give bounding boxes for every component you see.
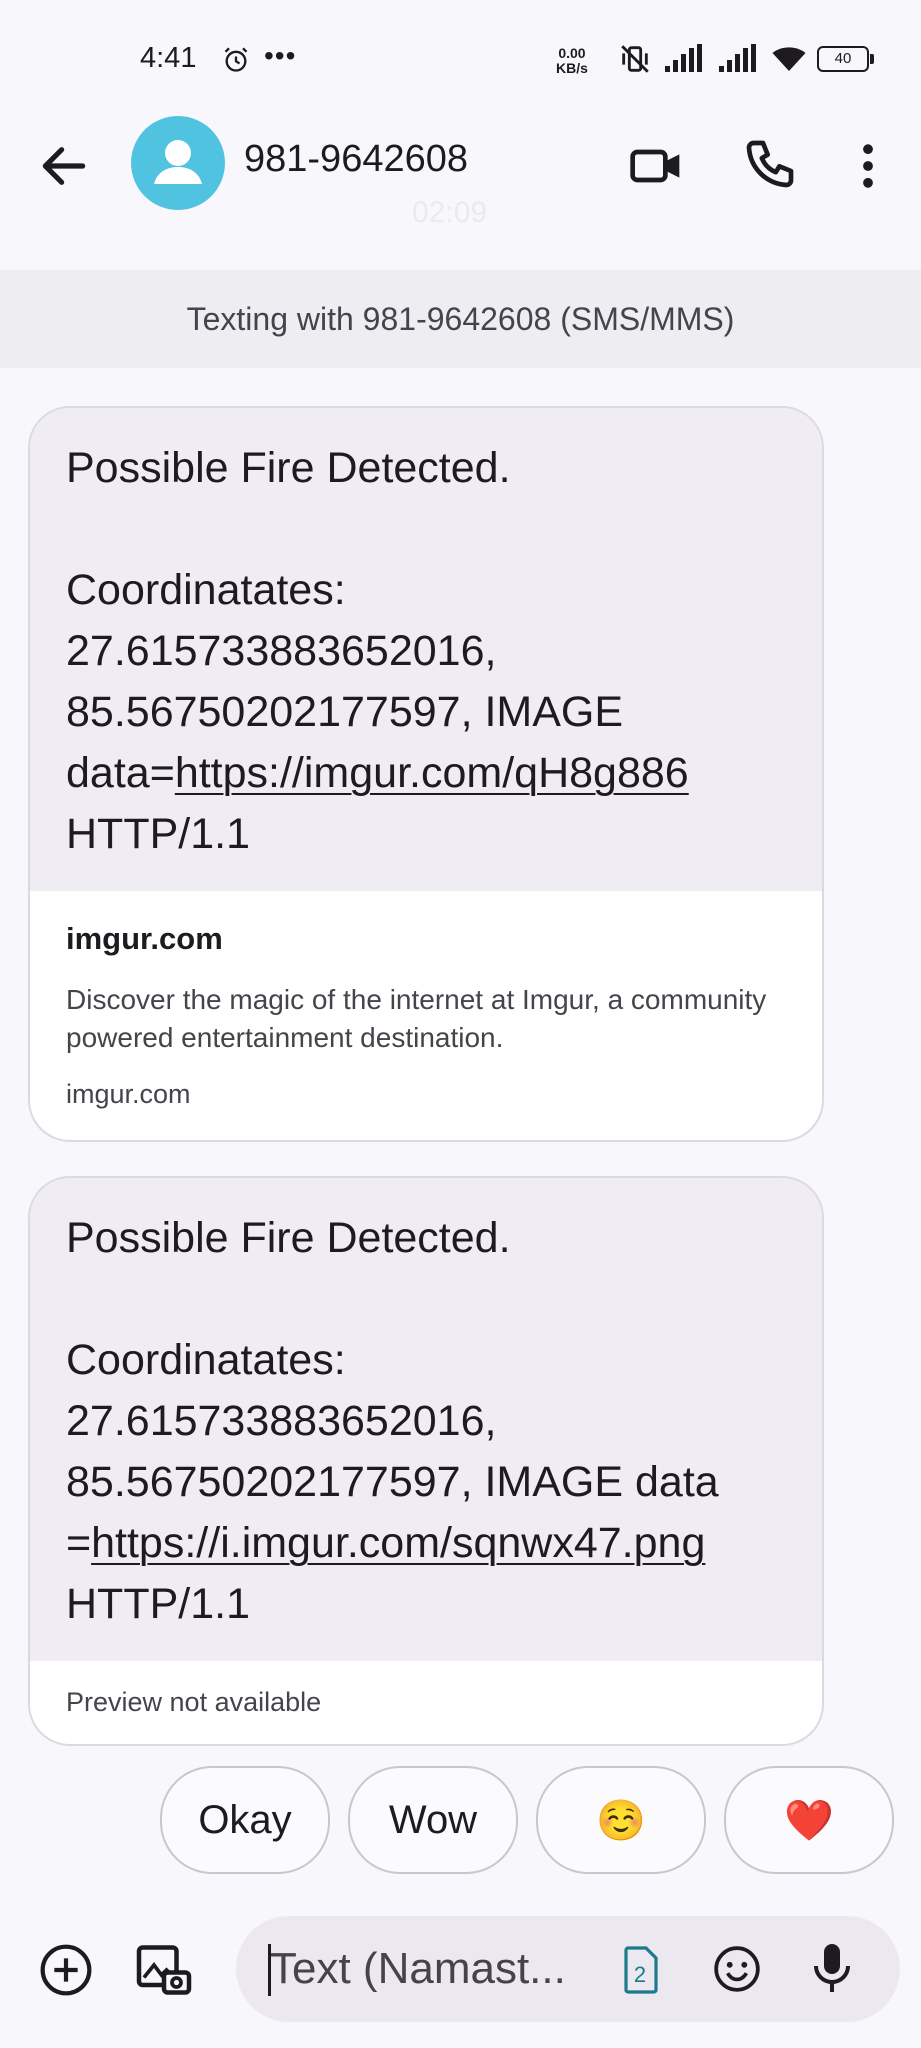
link-preview-description: Discover the magic of the internet at Im… — [66, 984, 767, 1053]
reply-chip-smile-emoji[interactable]: ☺️ — [536, 1766, 706, 1874]
back-arrow-icon[interactable] — [36, 138, 92, 194]
message-text-tail: HTTP/1.1 — [66, 1580, 250, 1628]
muted-vibrate-icon — [621, 45, 649, 73]
message-body: Possible Fire Detected. Coordinatates: 2… — [30, 408, 822, 891]
signal-icon — [719, 44, 756, 72]
avatar-person-icon — [154, 140, 202, 184]
net-speed: 0.00 KB/s — [556, 46, 588, 76]
reply-chip-wow[interactable]: Wow — [348, 1766, 518, 1874]
contact-name[interactable]: 981-9642608 — [244, 138, 468, 181]
link-preview-title: imgur.com — [66, 921, 223, 956]
phone-icon[interactable] — [742, 136, 798, 192]
mic-icon[interactable] — [810, 1940, 854, 1996]
more-vert-icon[interactable] — [848, 138, 888, 194]
message-body: Possible Fire Detected. Coordinatates: 2… — [30, 1178, 822, 1661]
net-speed-unit: KB/s — [556, 60, 588, 76]
link-preview[interactable]: imgur.com Discover the magic of the inte… — [30, 891, 822, 1140]
status-bar: 4:41 ••• 0.00 KB/s 40 — [0, 0, 921, 110]
reply-chip-okay[interactable]: Okay — [160, 1766, 330, 1874]
sms-banner: Texting with 981-9642608 (SMS/MMS) — [0, 270, 921, 368]
message-link[interactable]: https://imgur.com/qH8g886 — [175, 749, 689, 797]
message-bubble[interactable]: Possible Fire Detected. Coordinatates: 2… — [28, 406, 824, 1142]
message-bubble[interactable]: Possible Fire Detected. Coordinatates: 2… — [28, 1176, 824, 1746]
status-icons: 40 — [617, 42, 874, 76]
sim-icon[interactable]: 2 — [622, 1946, 658, 1994]
message-text-tail: HTTP/1.1 — [66, 810, 250, 858]
net-speed-value: 0.00 — [558, 45, 586, 61]
message-first-line: Possible Fire Detected. — [66, 1214, 511, 1262]
message-first-line: Possible Fire Detected. — [66, 444, 511, 492]
smart-replies: Okay Wow ☺️ ❤️ — [160, 1766, 894, 1874]
signal-icon — [665, 44, 702, 72]
gallery-icon[interactable] — [134, 1940, 194, 2000]
reply-chip-heart-emoji[interactable]: ❤️ — [724, 1766, 894, 1874]
status-overflow-dots: ••• — [264, 40, 297, 71]
link-preview-url: imgur.com — [66, 1079, 191, 1109]
sim-number: 2 — [634, 1962, 646, 1987]
alarm-icon — [224, 47, 248, 72]
link-preview-unavailable: Preview not available — [66, 1687, 322, 1717]
compose-placeholder[interactable]: Text (Namast... — [270, 1944, 566, 1994]
emoji-icon[interactable] — [712, 1944, 762, 1994]
avatar[interactable] — [131, 116, 225, 210]
timestamp: 02:09 — [412, 196, 488, 229]
add-icon[interactable] — [38, 1942, 94, 1998]
status-time: 4:41 — [140, 42, 197, 74]
video-call-icon[interactable] — [628, 138, 684, 194]
message-link[interactable]: https://i.imgur.com/sqnwx47.png — [91, 1519, 705, 1567]
wifi-icon — [772, 47, 806, 71]
battery-icon: 40 — [817, 46, 874, 72]
